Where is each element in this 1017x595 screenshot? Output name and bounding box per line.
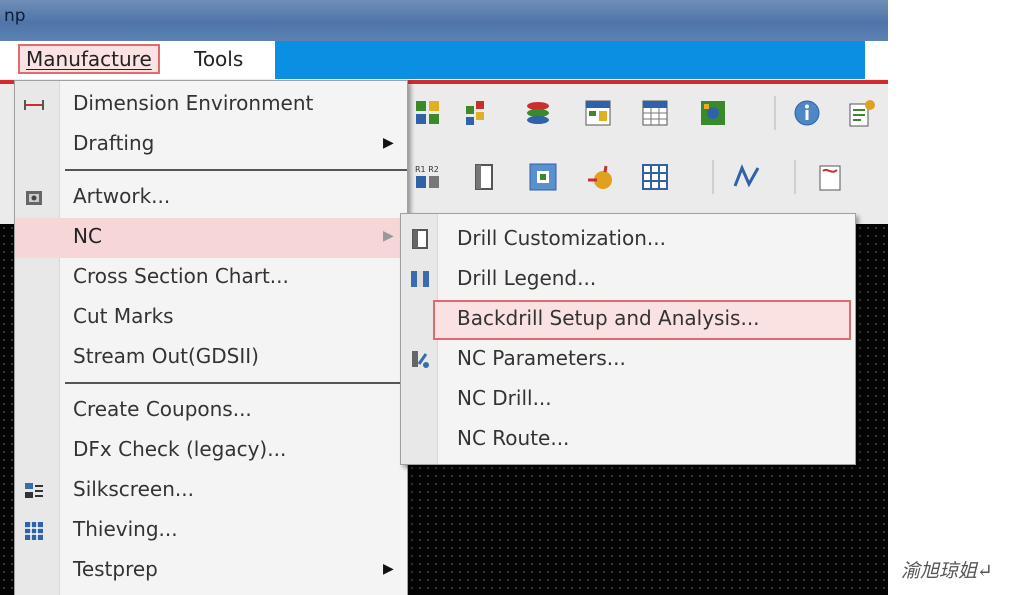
menu-item-label: Thieving... (73, 517, 178, 541)
menu-item-nc[interactable]: NC ▶ (15, 218, 407, 258)
toolbar-separator (774, 96, 776, 130)
menu-item-label: Artwork... (73, 184, 171, 208)
menu-item-artwork[interactable]: Artwork... (15, 178, 407, 218)
placement-grid-icon[interactable] (528, 162, 558, 192)
menu-separator (65, 169, 407, 171)
artwork-icon (26, 191, 42, 205)
svg-text:R1 R2: R1 R2 (415, 165, 439, 174)
menu-separator (65, 382, 407, 384)
manufacture-menu: Dimension Environment Drafting ▶ Artwork… (14, 80, 408, 595)
menu-item-label: DFx Check (legacy)... (73, 437, 287, 461)
scm-icon[interactable] (583, 98, 613, 128)
dfa-icon[interactable] (640, 98, 670, 128)
menu-item-label: Drafting (73, 131, 155, 155)
submenu-item-drill-customization[interactable]: Drill Customization... (401, 220, 855, 260)
submenu-item-backdrill-setup[interactable]: Backdrill Setup and Analysis... (401, 300, 855, 340)
submenu-item-label: Drill Customization... (457, 226, 666, 250)
menu-item-thieving[interactable]: Thieving... (15, 511, 407, 551)
submenu-item-nc-route[interactable]: NC Route... (401, 420, 855, 460)
report-icon[interactable] (846, 98, 876, 128)
menu-item-testprep[interactable]: Testprep ▶ (15, 551, 407, 591)
menubar-accent-strip (275, 41, 865, 79)
submenu-item-nc-drill[interactable]: NC Drill... (401, 380, 855, 420)
menu-item-label: Silkscreen... (73, 477, 194, 501)
menu-item-label: Cut Marks (73, 304, 174, 328)
grid-layout-icon[interactable] (413, 98, 443, 128)
r1r2-icon[interactable]: R1 R2 (413, 162, 443, 192)
menu-item-label: Dimension Environment (73, 91, 314, 115)
silkscreen-icon (25, 483, 43, 498)
menu-item-stream-out[interactable]: Stream Out(GDSII) (15, 338, 407, 378)
color-grid-icon[interactable] (463, 98, 493, 128)
drill-legend-icon (411, 271, 429, 287)
info-icon[interactable] (792, 98, 822, 128)
pin-grid-icon[interactable] (640, 162, 670, 192)
menu-bar: Manufacture Tools (0, 41, 888, 79)
route-icon[interactable] (585, 162, 615, 192)
toolbar-separator (712, 160, 714, 194)
menu-manufacture-label: Manufacture (26, 47, 152, 71)
layer-stack-icon[interactable] (523, 98, 553, 128)
submenu-item-label: NC Route... (457, 426, 570, 450)
menu-manufacture[interactable]: Manufacture (18, 44, 160, 74)
thieving-icon (25, 522, 43, 540)
title-bar: np (0, 0, 888, 41)
menu-item-dimension-environment[interactable]: Dimension Environment (15, 85, 407, 125)
net-icon[interactable] (732, 162, 762, 192)
submenu-arrow-icon: ▶ (383, 228, 394, 244)
menu-item-label: Cross Section Chart... (73, 264, 289, 288)
menu-item-label: Testprep (73, 557, 158, 581)
menu-item-label: Create Coupons... (73, 397, 252, 421)
dimension-icon (24, 100, 44, 110)
menu-item-silkscreen[interactable]: Silkscreen... (15, 471, 407, 511)
submenu-item-nc-parameters[interactable]: NC Parameters... (401, 340, 855, 380)
submenu-item-label: Drill Legend... (457, 266, 597, 290)
nc-parameters-icon (412, 351, 429, 368)
menu-item-drafting[interactable]: Drafting ▶ (15, 125, 407, 165)
submenu-item-drill-legend[interactable]: Drill Legend... (401, 260, 855, 300)
doc-icon[interactable] (815, 162, 845, 192)
drill-customization-icon (412, 229, 428, 249)
menu-item-cross-section-chart[interactable]: Cross Section Chart... (15, 258, 407, 298)
application-window: np Manufacture Tools R1 R2 Dimension Env… (0, 0, 888, 595)
menu-tools[interactable]: Tools (188, 44, 249, 74)
submenu-item-label: NC Drill... (457, 386, 552, 410)
menu-item-create-coupons[interactable]: Create Coupons... (15, 391, 407, 431)
board-icon[interactable] (698, 98, 728, 128)
menu-item-label: NC (73, 224, 102, 248)
window-title: np (4, 6, 26, 26)
menu-item-dfx-check[interactable]: DFx Check (legacy)... (15, 431, 407, 471)
property-icon[interactable] (470, 162, 500, 192)
submenu-arrow-icon: ▶ (383, 561, 394, 577)
submenu-item-label: NC Parameters... (457, 346, 626, 370)
submenu-item-label: Backdrill Setup and Analysis... (457, 306, 760, 330)
menu-item-cut-marks[interactable]: Cut Marks (15, 298, 407, 338)
nc-submenu: Drill Customization... Drill Legend... B… (400, 213, 856, 465)
menu-item-label: Stream Out(GDSII) (73, 344, 259, 368)
submenu-arrow-icon: ▶ (383, 135, 394, 151)
menu-tools-label: Tools (194, 47, 244, 71)
toolbar-separator (794, 160, 796, 194)
watermark-text: 渝旭琼姐↵ (901, 560, 993, 582)
